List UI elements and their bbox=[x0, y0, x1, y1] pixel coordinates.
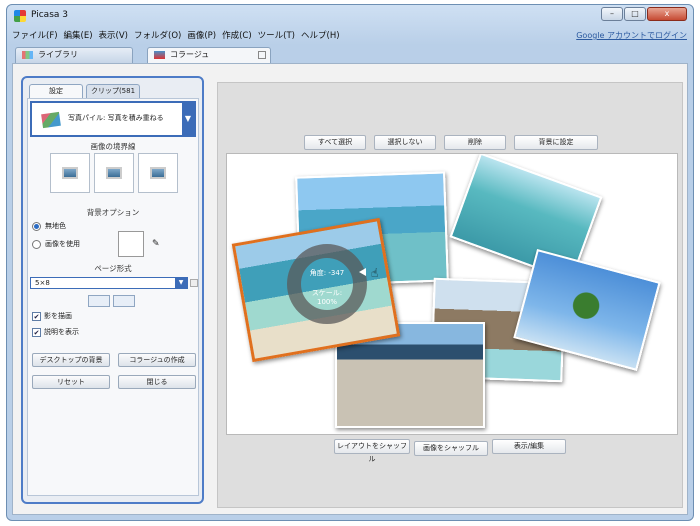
close-button[interactable]: x bbox=[647, 7, 687, 21]
select-all-button[interactable]: すべて選択 bbox=[304, 135, 366, 150]
collage-type-dropdown[interactable]: 写真パイル: 写真を積み重ねる ▼ bbox=[30, 101, 196, 137]
create-collage-button[interactable]: コラージュの作成 bbox=[118, 353, 196, 367]
desktop-background-button[interactable]: デスクトップの背景 bbox=[32, 353, 110, 367]
eyedropper-icon[interactable]: ✎ bbox=[152, 239, 160, 249]
window-title: Picasa 3 bbox=[31, 10, 68, 20]
landscape-orientation-button[interactable] bbox=[88, 295, 110, 307]
title-bar[interactable]: Picasa 3 – □ x bbox=[7, 5, 693, 27]
portrait-orientation-button[interactable] bbox=[113, 295, 135, 307]
tab-library[interactable]: ライブラリ bbox=[15, 47, 133, 63]
chevron-down-icon[interactable]: ▼ bbox=[182, 103, 194, 135]
menu-edit[interactable]: 編集(E) bbox=[64, 29, 93, 41]
menu-folder[interactable]: フォルダ(O) bbox=[134, 29, 181, 41]
border-none-icon bbox=[62, 167, 78, 179]
page-format-select[interactable]: 5×8 ▼ bbox=[30, 277, 188, 289]
menu-picture[interactable]: 画像(P) bbox=[187, 29, 216, 41]
border-options bbox=[50, 153, 178, 193]
tab-library-label: ライブラリ bbox=[38, 50, 78, 59]
bg-image-radio[interactable] bbox=[32, 239, 41, 249]
view-edit-button[interactable]: 表示/編集 bbox=[492, 439, 566, 454]
panel-tabs: 設定 クリップ(581 個) bbox=[29, 84, 140, 107]
tab-collage-label: コラージュ bbox=[170, 50, 210, 59]
tab-bar: ライブラリ コラージュ bbox=[7, 45, 693, 63]
delete-button[interactable]: 削除 bbox=[444, 135, 506, 150]
draw-shadows-label: 影を描画 bbox=[44, 312, 72, 320]
show-captions-option[interactable]: ✔ 説明を表示 bbox=[32, 327, 79, 337]
tab-collage[interactable]: コラージュ bbox=[147, 47, 271, 63]
photo-pile-icon bbox=[41, 111, 61, 129]
collage-canvas[interactable]: 角度: -347 スケール: 100% ☝ bbox=[226, 153, 678, 435]
rotation-angle-label: 角度: -347 bbox=[309, 269, 345, 277]
bg-solid-label: 無地色 bbox=[45, 222, 66, 230]
picasa-logo-icon bbox=[14, 10, 26, 22]
bg-solid-radio[interactable] bbox=[32, 221, 41, 231]
menu-file[interactable]: ファイル(F) bbox=[12, 29, 58, 41]
show-captions-label: 説明を表示 bbox=[44, 328, 79, 336]
main-content: 設定 クリップ(581 個) 写真パイル: 写真を積み重ねる ▼ 画像の境界線 … bbox=[12, 63, 688, 515]
shuffle-layout-button[interactable]: レイアウトをシャッフル bbox=[334, 439, 410, 463]
border-option-white[interactable] bbox=[94, 153, 134, 193]
border-polaroid-icon bbox=[150, 167, 166, 179]
page-format-value: 5×8 bbox=[35, 279, 50, 287]
custom-size-icon[interactable] bbox=[190, 279, 198, 287]
reset-button[interactable]: リセット bbox=[32, 375, 110, 389]
menu-view[interactable]: 表示(V) bbox=[99, 29, 128, 41]
window-controls: – □ x bbox=[601, 7, 687, 21]
rotation-handle-ring[interactable]: 角度: -347 スケール: 100% bbox=[287, 244, 367, 324]
rotate-arrow-icon[interactable] bbox=[359, 268, 366, 276]
page-format-title: ページ形式 bbox=[94, 264, 132, 273]
border-section-title: 画像の境界線 bbox=[90, 142, 136, 151]
panel-body: 写真パイル: 写真を積み重ねる ▼ 画像の境界線 背景オプション 無地色 画像を… bbox=[27, 98, 199, 496]
show-captions-checkbox[interactable]: ✔ bbox=[32, 327, 41, 337]
tab-settings[interactable]: 設定 bbox=[29, 84, 83, 98]
background-color-swatch[interactable] bbox=[118, 231, 144, 257]
minimize-button[interactable]: – bbox=[601, 7, 623, 21]
close-panel-button[interactable]: 閉じる bbox=[118, 375, 196, 389]
account-login-link[interactable]: Google アカウントでログイン bbox=[576, 30, 687, 41]
bg-solid-option[interactable]: 無地色 bbox=[32, 221, 66, 231]
menu-help[interactable]: ヘルプ(H) bbox=[301, 29, 340, 41]
collage-type-label: 写真パイル: 写真を積み重ねる bbox=[68, 114, 164, 122]
collage-settings-panel: 設定 クリップ(581 個) 写真パイル: 写真を積み重ねる ▼ 画像の境界線 … bbox=[21, 76, 204, 504]
collage-icon bbox=[154, 51, 165, 59]
tab-clips[interactable]: クリップ(581 個) bbox=[86, 84, 140, 107]
border-option-none[interactable] bbox=[50, 153, 90, 193]
rotation-scale-label: スケール: 100% bbox=[311, 289, 343, 306]
draw-shadows-checkbox[interactable]: ✔ bbox=[32, 311, 41, 321]
hand-cursor-icon: ☝ bbox=[371, 266, 379, 280]
collage-workspace: すべて選択 選択しない 削除 背景に設定 角度: -347 スケール: 100%… bbox=[217, 82, 683, 508]
menu-tools[interactable]: ツール(T) bbox=[258, 29, 295, 41]
draw-shadows-option[interactable]: ✔ 影を描画 bbox=[32, 311, 72, 321]
border-option-polaroid[interactable] bbox=[138, 153, 178, 193]
background-section-title: 背景オプション bbox=[86, 208, 140, 217]
tab-close-icon[interactable] bbox=[258, 51, 266, 59]
border-white-icon bbox=[106, 167, 122, 179]
shuffle-images-button[interactable]: 画像をシャッフル bbox=[414, 441, 488, 456]
maximize-button[interactable]: □ bbox=[624, 7, 646, 21]
app-window: Picasa 3 – □ x ファイル(F) 編集(E) 表示(V) フォルダ(… bbox=[6, 4, 694, 521]
set-background-button[interactable]: 背景に設定 bbox=[514, 135, 598, 150]
deselect-button[interactable]: 選択しない bbox=[374, 135, 436, 150]
menu-create[interactable]: 作成(C) bbox=[222, 29, 252, 41]
bg-image-option[interactable]: 画像を使用 bbox=[32, 239, 80, 249]
bg-image-label: 画像を使用 bbox=[45, 240, 80, 248]
menu-bar: ファイル(F) 編集(E) 表示(V) フォルダ(O) 画像(P) 作成(C) … bbox=[7, 27, 693, 43]
chevron-down-icon[interactable]: ▼ bbox=[175, 278, 187, 288]
library-icon bbox=[22, 51, 33, 59]
orientation-buttons bbox=[88, 295, 135, 307]
